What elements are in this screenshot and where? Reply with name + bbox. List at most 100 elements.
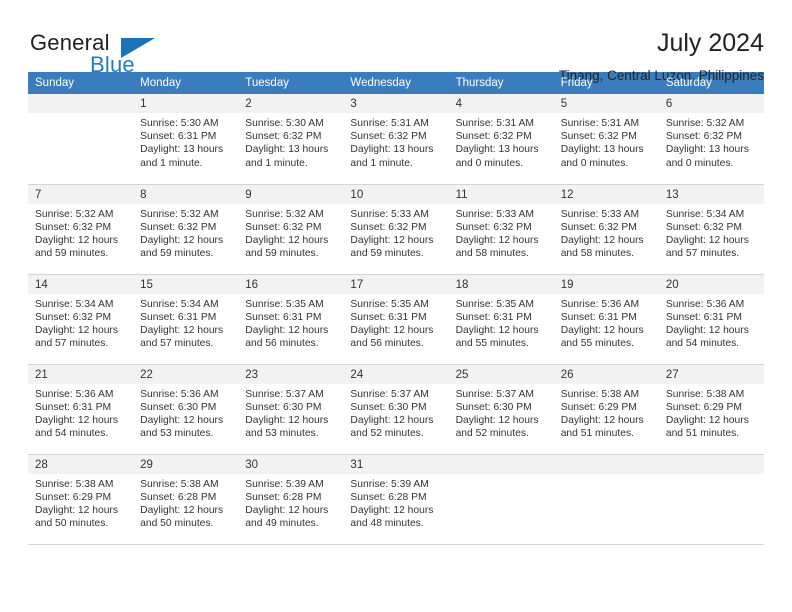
day-number: 26 [553, 364, 659, 384]
sunrise-text: Sunrise: 5:31 AM [455, 118, 534, 129]
calendar-day-cell[interactable]: 31 Sunrise: 5:39 AM Sunset: 6:28 PM Dayligh… [343, 454, 449, 545]
daylight-text-line2: and 57 minutes. [35, 338, 109, 350]
daylight-text-line1: Daylight: 12 hours [245, 504, 329, 516]
calendar-day-cell[interactable]: 22 Sunrise: 5:36 AM Sunset: 6:30 PM Dayligh… [133, 364, 239, 455]
weekday-header-tuesday: Tuesday [238, 72, 344, 94]
calendar-day-cell[interactable]: 8 Sunrise: 5:32 AM Sunset: 6:32 PM Daylight… [133, 184, 239, 275]
sunset-text: Sunset: 6:29 PM [35, 491, 112, 503]
day-number: 15 [133, 274, 239, 294]
calendar-day-cell[interactable]: 13 Sunrise: 5:34 AM Sunset: 6:32 PM Dayligh… [658, 184, 764, 275]
daylight-text-line2: and 0 minutes. [560, 157, 629, 169]
day-number: 27 [658, 364, 764, 384]
sunrise-text: Sunrise: 5:36 AM [35, 388, 114, 400]
day-number [553, 454, 659, 474]
calendar-day-cell[interactable]: 7 Sunrise: 5:32 AM Sunset: 6:32 PM Daylight… [28, 184, 134, 275]
daylight-text-line1: Daylight: 12 hours [455, 414, 539, 426]
day-details: Sunrise: 5:39 AM Sunset: 6:28 PM Daylight:… [343, 474, 448, 531]
day-number: 13 [658, 184, 764, 204]
sunrise-text: Sunrise: 5:34 AM [35, 298, 114, 310]
sunset-text: Sunset: 6:32 PM [35, 311, 112, 323]
calendar-day-cell[interactable]: 19 Sunrise: 5:36 AM Sunset: 6:31 PM Dayligh… [553, 274, 659, 365]
calendar-day-cell[interactable]: 28 Sunrise: 5:38 AM Sunset: 6:29 PM Dayligh… [28, 454, 134, 545]
calendar-day-cell[interactable]: 25 Sunrise: 5:37 AM Sunset: 6:30 PM Dayligh… [448, 364, 554, 455]
daylight-text-line1: Daylight: 12 hours [350, 414, 434, 426]
sunset-text: Sunset: 6:29 PM [560, 401, 637, 413]
logo-text-blue: Blue [90, 52, 135, 77]
sunrise-text: Sunrise: 5:31 AM [350, 118, 429, 129]
sunrise-text: Sunrise: 5:37 AM [350, 388, 429, 400]
day-number: 1 [133, 94, 239, 113]
sunrise-text: Sunrise: 5:36 AM [665, 298, 745, 310]
sunset-text: Sunset: 6:32 PM [350, 221, 427, 233]
calendar-day-cell[interactable]: 3 Sunrise: 5:31 AM Sunset: 6:32 PM Daylight… [343, 94, 449, 185]
day-details: Sunrise: 5:33 AM Sunset: 6:32 PM Daylight:… [449, 204, 554, 261]
calendar-day-cell[interactable]: 17 Sunrise: 5:35 AM Sunset: 6:31 PM Dayligh… [343, 274, 449, 365]
day-number: 8 [133, 184, 239, 204]
calendar-day-cell[interactable]: 20 Sunrise: 5:36 AM Sunset: 6:31 PM Dayligh… [658, 274, 764, 365]
daylight-text-line1: Daylight: 13 hours [665, 144, 749, 156]
sunrise-text: Sunrise: 5:35 AM [245, 298, 324, 310]
sunrise-text: Sunrise: 5:33 AM [560, 208, 640, 220]
day-number [28, 94, 134, 113]
day-details: Sunrise: 5:37 AM Sunset: 6:30 PM Daylight:… [238, 384, 343, 441]
day-details: Sunrise: 5:34 AM Sunset: 6:31 PM Daylight:… [133, 294, 238, 351]
sunset-text: Sunset: 6:30 PM [245, 401, 322, 413]
calendar-day-cell[interactable]: 14 Sunrise: 5:34 AM Sunset: 6:32 PM Dayligh… [28, 274, 134, 365]
calendar-day-cell[interactable]: 29 Sunrise: 5:38 AM Sunset: 6:28 PM Dayligh… [133, 454, 239, 545]
daylight-text-line2: and 52 minutes. [350, 428, 424, 440]
daylight-text-line1: Daylight: 12 hours [245, 324, 329, 336]
day-details: Sunrise: 5:31 AM Sunset: 6:32 PM Daylight:… [554, 113, 659, 170]
calendar-day-cell[interactable]: 10 Sunrise: 5:33 AM Sunset: 6:32 PM Dayligh… [343, 184, 449, 275]
calendar-day-cell[interactable]: 18 Sunrise: 5:35 AM Sunset: 6:31 PM Dayligh… [448, 274, 554, 365]
calendar-day-cell[interactable]: 30 Sunrise: 5:39 AM Sunset: 6:28 PM Dayligh… [238, 454, 344, 545]
calendar-day-cell[interactable]: 11 Sunrise: 5:33 AM Sunset: 6:32 PM Dayligh… [448, 184, 554, 275]
daylight-text-line1: Daylight: 12 hours [560, 324, 644, 336]
calendar-day-cell[interactable] [448, 454, 554, 545]
day-number: 28 [28, 454, 134, 474]
calendar-day-cell[interactable]: 15 Sunrise: 5:34 AM Sunset: 6:31 PM Dayligh… [133, 274, 239, 365]
calendar-day-cell[interactable]: 2 Sunrise: 5:30 AM Sunset: 6:32 PM Daylight… [238, 94, 344, 185]
day-number: 5 [553, 94, 659, 113]
calendar-day-cell[interactable]: 27 Sunrise: 5:38 AM Sunset: 6:29 PM Dayligh… [658, 364, 764, 455]
sunset-text: Sunset: 6:30 PM [140, 401, 217, 413]
daylight-text-line2: and 52 minutes. [455, 428, 529, 440]
daylight-text-line2: and 50 minutes. [35, 518, 109, 530]
daylight-text-line1: Daylight: 12 hours [245, 414, 329, 426]
calendar-day-cell[interactable]: 12 Sunrise: 5:33 AM Sunset: 6:32 PM Dayligh… [553, 184, 659, 275]
calendar-day-cell[interactable]: 21 Sunrise: 5:36 AM Sunset: 6:31 PM Dayligh… [28, 364, 134, 455]
daylight-text-line2: and 58 minutes. [455, 248, 529, 260]
daylight-text-line1: Daylight: 12 hours [140, 414, 224, 426]
day-number: 25 [448, 364, 554, 384]
calendar-day-cell[interactable]: 1 Sunrise: 5:30 AM Sunset: 6:31 PM Daylight… [133, 94, 239, 185]
day-number: 10 [343, 184, 449, 204]
calendar-day-cell[interactable]: 24 Sunrise: 5:37 AM Sunset: 6:30 PM Dayligh… [343, 364, 449, 455]
day-number: 24 [343, 364, 449, 384]
calendar-day-cell[interactable]: 16 Sunrise: 5:35 AM Sunset: 6:31 PM Dayligh… [238, 274, 344, 365]
daylight-text-line2: and 57 minutes. [665, 248, 740, 260]
daylight-text-line1: Daylight: 13 hours [560, 144, 644, 156]
calendar-day-cell[interactable]: 9 Sunrise: 5:32 AM Sunset: 6:32 PM Daylight… [238, 184, 344, 275]
calendar-day-cell[interactable]: 6 Sunrise: 5:32 AM Sunset: 6:32 PM Daylight… [658, 94, 764, 185]
calendar-day-cell[interactable] [658, 454, 764, 545]
calendar-day-cell[interactable] [553, 454, 659, 545]
calendar-day-cell[interactable]: 5 Sunrise: 5:31 AM Sunset: 6:32 PM Daylight… [553, 94, 659, 185]
sunrise-text: Sunrise: 5:38 AM [560, 388, 640, 400]
daylight-text-line2: and 49 minutes. [245, 518, 319, 530]
calendar-day-cell[interactable]: 23 Sunrise: 5:37 AM Sunset: 6:30 PM Dayligh… [238, 364, 344, 455]
general-blue-logo[interactable]: General Blue [28, 30, 168, 82]
daylight-text-line2: and 57 minutes. [140, 338, 214, 350]
sunset-text: Sunset: 6:32 PM [245, 131, 322, 143]
day-details: Sunrise: 5:36 AM Sunset: 6:30 PM Daylight:… [133, 384, 238, 441]
daylight-text-line2: and 1 minute. [140, 157, 203, 169]
calendar-day-cell[interactable]: 26 Sunrise: 5:38 AM Sunset: 6:29 PM Dayligh… [553, 364, 659, 455]
calendar-day-cell[interactable] [28, 94, 134, 185]
day-number: 11 [448, 184, 554, 204]
daylight-text-line1: Daylight: 12 hours [350, 324, 434, 336]
sunset-text: Sunset: 6:32 PM [455, 221, 532, 233]
day-number: 7 [28, 184, 134, 204]
daylight-text-line2: and 53 minutes. [140, 428, 214, 440]
day-number: 31 [343, 454, 449, 474]
calendar-day-cell[interactable]: 4 Sunrise: 5:31 AM Sunset: 6:32 PM Daylight… [448, 94, 554, 185]
day-details: Sunrise: 5:32 AM Sunset: 6:32 PM Daylight:… [28, 204, 133, 261]
page-header: General Blue July 2024 Tinang, Central L… [28, 0, 764, 84]
